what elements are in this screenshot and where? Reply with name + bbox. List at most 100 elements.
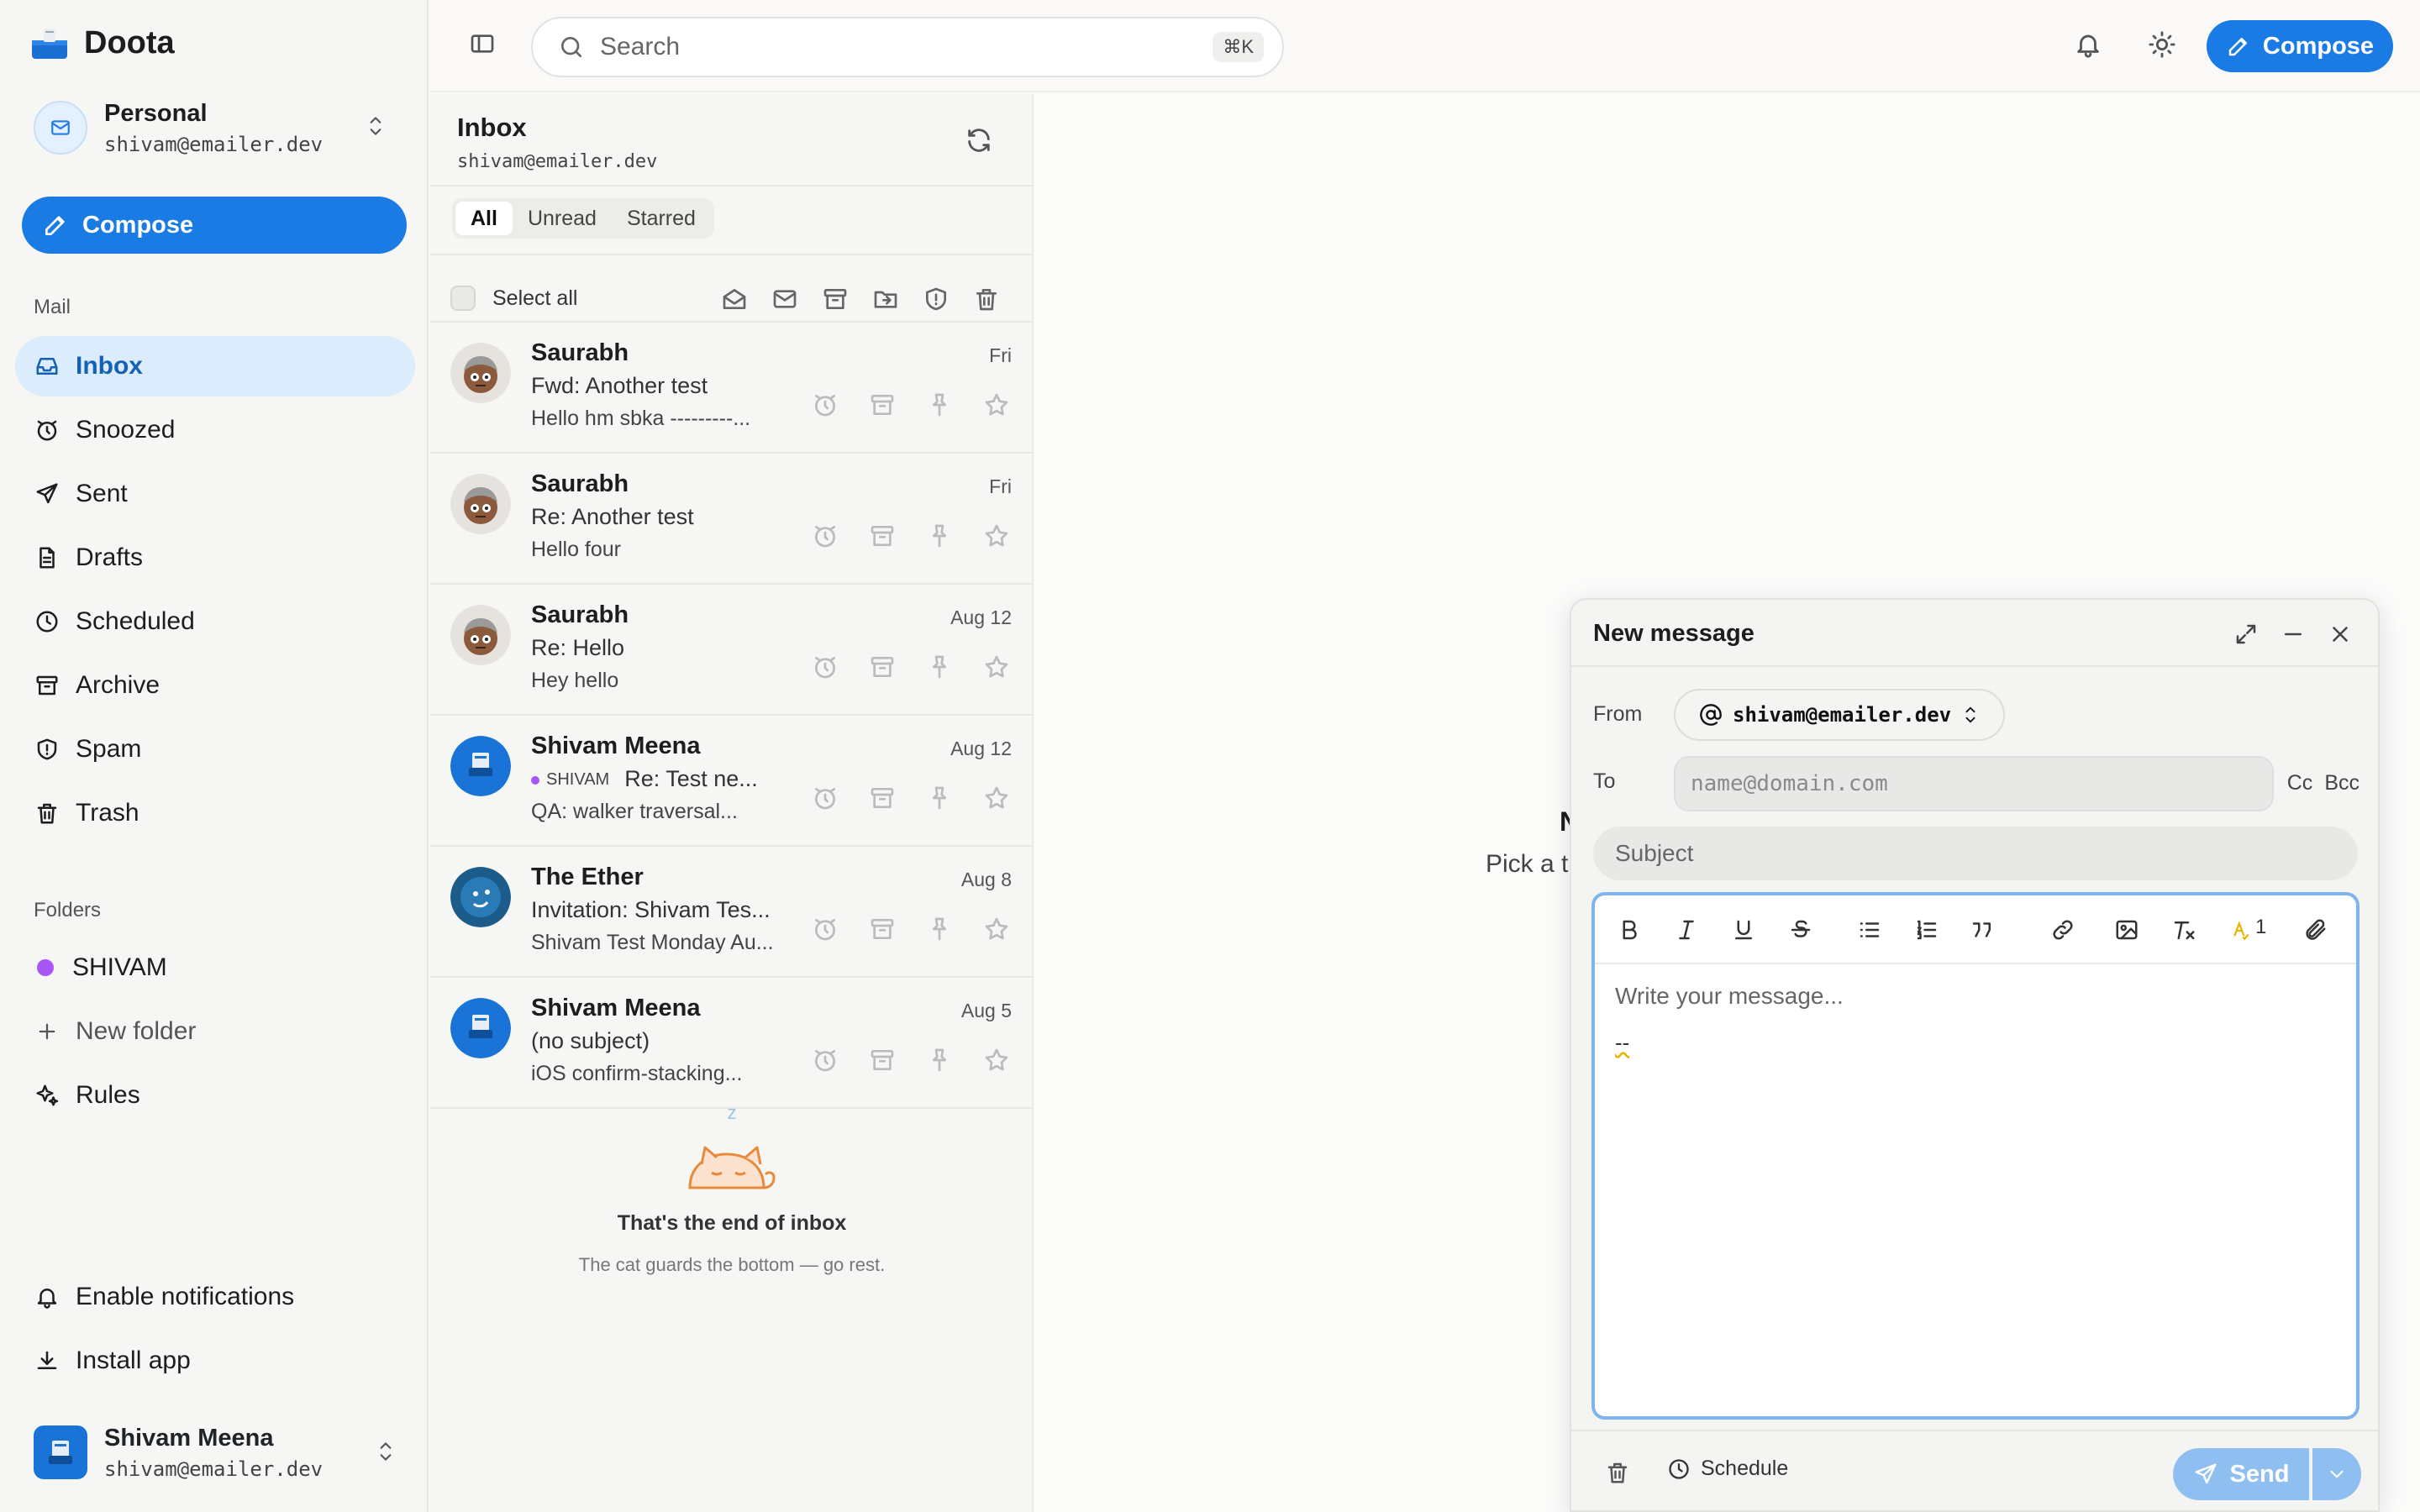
clear-format-icon[interactable] bbox=[2171, 917, 2196, 942]
inbox-tabs: All Unread Starred bbox=[452, 198, 714, 239]
star-icon[interactable] bbox=[983, 654, 1010, 680]
numbered-list-icon[interactable] bbox=[1914, 917, 1939, 942]
shield-icon[interactable] bbox=[923, 286, 950, 312]
sidebar-item-snoozed[interactable]: Snoozed bbox=[15, 400, 415, 460]
pin-icon[interactable] bbox=[926, 916, 953, 942]
pin-icon[interactable] bbox=[926, 522, 953, 549]
from-select[interactable]: shivam@emailer.dev bbox=[1674, 689, 2006, 741]
search-bar[interactable]: Search ⌘K bbox=[531, 17, 1284, 77]
subject-input[interactable]: Subject bbox=[1593, 827, 2358, 880]
archive-icon[interactable] bbox=[869, 522, 896, 549]
archive-icon[interactable] bbox=[869, 1047, 896, 1074]
folder-item-shivam[interactable]: SHIVAM bbox=[15, 937, 415, 998]
archive-icon[interactable] bbox=[869, 654, 896, 680]
schedule-label: Schedule bbox=[1701, 1457, 1789, 1480]
user-avatar-icon bbox=[450, 736, 511, 796]
sidebar-item-spam[interactable]: Spam bbox=[15, 719, 415, 780]
expand-icon[interactable] bbox=[2233, 622, 2259, 647]
star-icon[interactable] bbox=[983, 916, 1010, 942]
message-editor[interactable]: 1 Write your message... -- bbox=[1591, 892, 2360, 1420]
enable-notifications-button[interactable]: Enable notifications bbox=[15, 1267, 415, 1327]
snooze-icon[interactable] bbox=[812, 391, 839, 418]
bcc-button[interactable]: Bcc bbox=[2324, 771, 2360, 795]
pin-icon[interactable] bbox=[926, 391, 953, 418]
app-logo[interactable]: Doota bbox=[30, 24, 175, 62]
to-input[interactable]: name@domain.com bbox=[1674, 756, 2274, 811]
tab-unread[interactable]: Unread bbox=[513, 202, 612, 235]
new-folder-button[interactable]: New folder bbox=[15, 1001, 415, 1062]
trash-icon[interactable] bbox=[1605, 1460, 1630, 1485]
pin-icon[interactable] bbox=[926, 654, 953, 680]
sidebar-item-scheduled[interactable]: Scheduled bbox=[15, 591, 415, 652]
star-icon[interactable] bbox=[983, 1047, 1010, 1074]
message-row[interactable]: Saurabh Fri Re: Another test Hello four bbox=[430, 454, 1034, 585]
close-icon[interactable] bbox=[2328, 622, 2353, 647]
archive-icon[interactable] bbox=[869, 391, 896, 418]
sun-icon[interactable] bbox=[2148, 30, 2176, 59]
message-row[interactable]: Shivam Meena Aug 5 (no subject) iOS conf… bbox=[430, 978, 1034, 1109]
sidebar-item-drafts[interactable]: Drafts bbox=[15, 528, 415, 588]
pin-icon[interactable] bbox=[926, 785, 953, 811]
underline-icon[interactable] bbox=[1731, 917, 1756, 942]
install-app-button[interactable]: Install app bbox=[15, 1331, 415, 1391]
strikethrough-icon[interactable] bbox=[1788, 917, 1813, 942]
mail-icon[interactable] bbox=[771, 286, 798, 312]
send-button[interactable]: Send bbox=[2173, 1448, 2309, 1500]
message-list-pane: Inbox shivam@emailer.dev All Unread Star… bbox=[430, 94, 1034, 1512]
quote-icon[interactable] bbox=[1970, 917, 1995, 942]
snooze-icon[interactable] bbox=[812, 1047, 839, 1074]
bullet-list-icon[interactable] bbox=[1857, 917, 1882, 942]
schedule-button[interactable]: Schedule bbox=[1667, 1457, 1788, 1481]
pin-icon[interactable] bbox=[926, 1047, 953, 1074]
mail-open-icon[interactable] bbox=[721, 286, 748, 312]
snooze-icon[interactable] bbox=[812, 785, 839, 811]
account-switcher[interactable]: Personal shivam@emailer.dev bbox=[34, 97, 395, 158]
archive-icon[interactable] bbox=[822, 286, 849, 312]
bold-icon[interactable] bbox=[1617, 917, 1642, 942]
select-all-checkbox[interactable] bbox=[450, 286, 476, 311]
link-icon[interactable] bbox=[2050, 917, 2075, 942]
paperclip-icon[interactable] bbox=[2302, 917, 2328, 942]
avatar bbox=[450, 736, 511, 796]
message-date: Aug 12 bbox=[950, 738, 1012, 759]
message-row[interactable]: The Ether Aug 8 Invitation: Shivam Tes..… bbox=[430, 847, 1034, 978]
bell-icon[interactable] bbox=[2074, 30, 2102, 59]
compose-button-top[interactable]: Compose bbox=[2207, 20, 2393, 72]
compose-button[interactable]: Compose bbox=[22, 197, 407, 254]
refresh-icon[interactable] bbox=[965, 126, 993, 155]
message-row[interactable]: Saurabh Aug 12 Re: Hello Hey hello bbox=[430, 585, 1034, 716]
message-row[interactable]: Saurabh Fri Fwd: Another test Hello hm s… bbox=[430, 323, 1034, 454]
divider bbox=[430, 254, 1034, 255]
spellcheck-count: 1 bbox=[2255, 916, 2267, 938]
snooze-icon[interactable] bbox=[812, 654, 839, 680]
italic-icon[interactable] bbox=[1674, 917, 1699, 942]
send-icon bbox=[2195, 1463, 2217, 1484]
compose-title: New message bbox=[1593, 620, 1754, 647]
snooze-icon[interactable] bbox=[812, 916, 839, 942]
archive-icon[interactable] bbox=[869, 916, 896, 942]
user-menu[interactable]: Shivam Meena shivam@emailer.dev bbox=[34, 1423, 403, 1482]
minimize-icon[interactable] bbox=[2281, 622, 2306, 647]
cc-button[interactable]: Cc bbox=[2287, 771, 2313, 795]
snooze-icon[interactable] bbox=[812, 522, 839, 549]
end-title: That's the end of inbox bbox=[617, 1211, 847, 1235]
archive-icon[interactable] bbox=[869, 785, 896, 811]
spellcheck-icon[interactable] bbox=[2230, 917, 2252, 942]
folder-move-icon[interactable] bbox=[872, 286, 899, 312]
tab-all[interactable]: All bbox=[455, 202, 513, 235]
send-options-button[interactable] bbox=[2312, 1448, 2361, 1500]
star-icon[interactable] bbox=[983, 785, 1010, 811]
message-row[interactable]: Shivam Meena Aug 12 SHIVAM Re: Test ne...… bbox=[430, 716, 1034, 847]
sidebar-item-trash[interactable]: Trash bbox=[15, 783, 415, 843]
message-subject-line: SHIVAM Re: Test ne... bbox=[531, 766, 758, 792]
image-icon[interactable] bbox=[2114, 917, 2139, 942]
trash-icon[interactable] bbox=[973, 286, 1000, 312]
sidebar-item-archive[interactable]: Archive bbox=[15, 655, 415, 716]
sidebar-item-rules[interactable]: Rules bbox=[15, 1065, 415, 1126]
sidebar-item-inbox[interactable]: Inbox bbox=[15, 336, 415, 396]
sidebar-toggle-icon[interactable] bbox=[469, 30, 496, 57]
star-icon[interactable] bbox=[983, 522, 1010, 549]
star-icon[interactable] bbox=[983, 391, 1010, 418]
tab-starred[interactable]: Starred bbox=[612, 202, 711, 235]
sidebar-item-sent[interactable]: Sent bbox=[15, 464, 415, 524]
